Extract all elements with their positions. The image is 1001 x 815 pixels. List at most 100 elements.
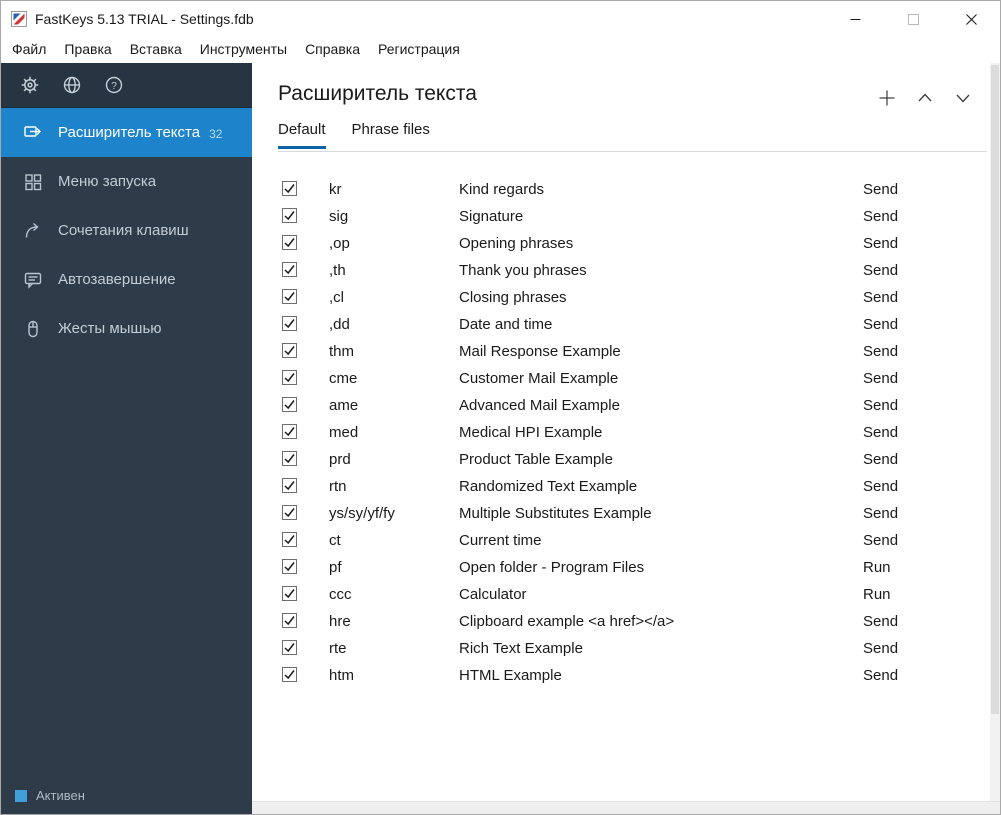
text-expander-icon <box>23 123 43 143</box>
row-checkbox[interactable] <box>282 207 297 223</box>
row-action-type: Send <box>863 208 899 225</box>
app-logo-icon <box>11 11 27 27</box>
sidebar-item-text-expander[interactable]: Расширитель текста 32 <box>1 108 252 157</box>
row-checkbox[interactable] <box>282 288 297 304</box>
menu-file[interactable]: Файл <box>3 37 55 63</box>
maximize-button[interactable] <box>884 1 942 37</box>
table-row[interactable]: rte Rich Text Example Send <box>252 635 990 662</box>
menu-insert[interactable]: Вставка <box>121 37 191 63</box>
table-row[interactable]: kr Kind regards Send <box>252 176 990 203</box>
tab-phrase-files[interactable]: Phrase files <box>352 121 430 149</box>
scrollbar-thumb[interactable] <box>991 65 999 715</box>
row-checkbox[interactable] <box>282 477 297 493</box>
tab-divider <box>278 151 987 152</box>
menu-help[interactable]: Справка <box>296 37 369 63</box>
minimize-button[interactable] <box>826 1 884 37</box>
row-action-type: Run <box>863 586 891 603</box>
tab-default[interactable]: Default <box>278 121 326 149</box>
row-abbreviation: rtn <box>329 478 347 495</box>
resize-footer <box>252 801 1000 814</box>
sidebar-item-label: Сочетания клавиш <box>58 222 189 239</box>
row-description: Open folder - Program Files <box>459 559 645 576</box>
table-row[interactable]: ,th Thank you phrases Send <box>252 257 990 284</box>
sidebar-item-label: Жесты мышью <box>58 320 162 337</box>
row-action-type: Send <box>863 478 899 495</box>
row-description: Calculator <box>459 586 527 603</box>
row-description: Date and time <box>459 316 553 333</box>
table-row[interactable]: sig Signature Send <box>252 203 990 230</box>
table-row[interactable]: ys/sy/yf/fy Multiple Substitutes Example… <box>252 500 990 527</box>
move-up-button[interactable] <box>910 83 940 113</box>
row-checkbox[interactable] <box>282 558 297 574</box>
row-checkbox[interactable] <box>282 180 297 196</box>
row-abbreviation: hre <box>329 613 351 630</box>
title-bar: FastKeys 5.13 TRIAL - Settings.fdb <box>1 1 1000 37</box>
row-abbreviation: ct <box>329 532 341 549</box>
table-row[interactable]: ct Current time Send <box>252 527 990 554</box>
row-action-type: Send <box>863 235 899 252</box>
row-description: Customer Mail Example <box>459 370 619 387</box>
menu-tools[interactable]: Инструменты <box>191 37 296 63</box>
row-abbreviation: ,dd <box>329 316 350 333</box>
sidebar: ? Расширитель текста 32 Меню запуска Соч… <box>1 63 252 814</box>
checkbox-cell <box>282 585 329 604</box>
sidebar-toolbar: ? <box>1 63 252 108</box>
row-checkbox[interactable] <box>282 234 297 250</box>
checkbox-cell <box>282 423 329 442</box>
row-description: Opening phrases <box>459 235 574 252</box>
sidebar-item-mouse-gestures[interactable]: Жесты мышью <box>1 304 252 353</box>
table-row[interactable]: htm HTML Example Send <box>252 662 990 689</box>
row-checkbox[interactable] <box>282 639 297 655</box>
sidebar-item-start-menu[interactable]: Меню запуска <box>1 157 252 206</box>
row-action-type: Send <box>863 667 899 684</box>
help-icon[interactable]: ? <box>93 63 135 108</box>
row-checkbox[interactable] <box>282 342 297 358</box>
checkbox-cell <box>282 450 329 469</box>
table-row[interactable]: prd Product Table Example Send <box>252 446 990 473</box>
menu-edit[interactable]: Правка <box>55 37 120 63</box>
row-checkbox[interactable] <box>282 612 297 628</box>
sidebar-item-autocomplete[interactable]: Автозавершение <box>1 255 252 304</box>
vertical-scrollbar[interactable] <box>990 63 1000 801</box>
table-row[interactable]: pf Open folder - Program Files Run <box>252 554 990 581</box>
table-row[interactable]: ,dd Date and time Send <box>252 311 990 338</box>
table-row[interactable]: ,cl Closing phrases Send <box>252 284 990 311</box>
row-checkbox[interactable] <box>282 261 297 277</box>
row-checkbox[interactable] <box>282 396 297 412</box>
close-button[interactable] <box>942 1 1000 37</box>
row-abbreviation: thm <box>329 343 355 360</box>
table-row[interactable]: cme Customer Mail Example Send <box>252 365 990 392</box>
row-description: Product Table Example <box>459 451 613 468</box>
table-row[interactable]: ,op Opening phrases Send <box>252 230 990 257</box>
table-row[interactable]: med Medical HPI Example Send <box>252 419 990 446</box>
table-row[interactable]: ccc Calculator Run <box>252 581 990 608</box>
row-abbreviation: ame <box>329 397 359 414</box>
add-item-button[interactable] <box>872 83 902 113</box>
table-row[interactable]: ame Advanced Mail Example Send <box>252 392 990 419</box>
row-abbreviation: sig <box>329 208 349 225</box>
row-description: Advanced Mail Example <box>459 397 620 414</box>
row-checkbox[interactable] <box>282 450 297 466</box>
row-action-type: Send <box>863 370 899 387</box>
row-checkbox[interactable] <box>282 585 297 601</box>
row-checkbox[interactable] <box>282 531 297 547</box>
row-checkbox[interactable] <box>282 504 297 520</box>
menu-registration[interactable]: Регистрация <box>369 37 469 63</box>
table-row[interactable]: hre Clipboard example <a href></a> Send <box>252 608 990 635</box>
table-row[interactable]: rtn Randomized Text Example Send <box>252 473 990 500</box>
row-abbreviation: pf <box>329 559 342 576</box>
row-checkbox[interactable] <box>282 666 297 682</box>
row-abbreviation: kr <box>329 181 342 198</box>
row-checkbox[interactable] <box>282 423 297 439</box>
mouse-gestures-icon <box>23 319 43 339</box>
settings-icon[interactable] <box>9 63 51 108</box>
row-checkbox[interactable] <box>282 369 297 385</box>
row-checkbox[interactable] <box>282 315 297 331</box>
move-down-button[interactable] <box>948 83 978 113</box>
row-description: Closing phrases <box>459 289 567 306</box>
sidebar-item-shortcuts[interactable]: Сочетания клавиш <box>1 206 252 255</box>
checkbox-cell <box>282 288 329 307</box>
table-row[interactable]: thm Mail Response Example Send <box>252 338 990 365</box>
row-abbreviation: cme <box>329 370 358 387</box>
globe-icon[interactable] <box>51 63 93 108</box>
